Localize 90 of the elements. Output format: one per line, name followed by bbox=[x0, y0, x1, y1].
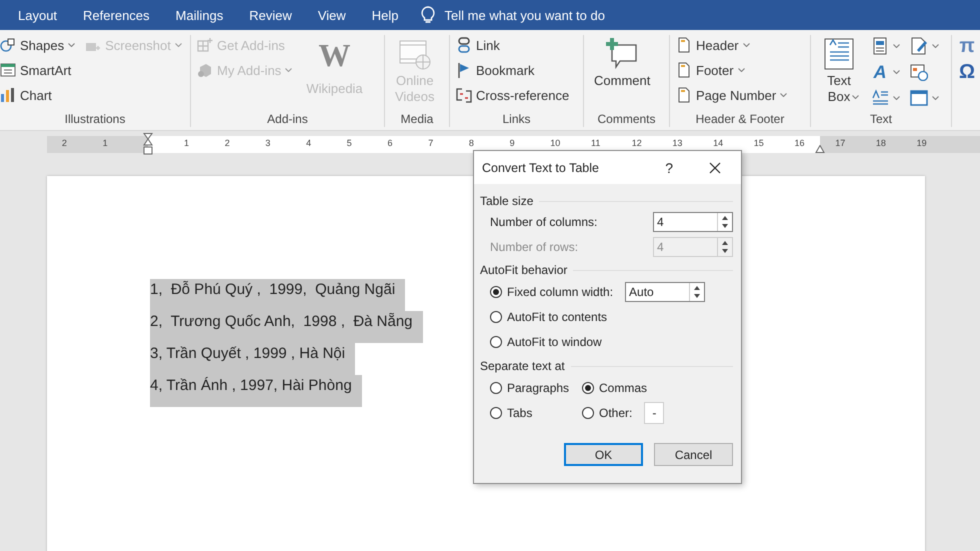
ribbon-button[interactable]: SmartArt bbox=[0, 60, 76, 80]
lightbulb-icon bbox=[420, 6, 435, 24]
ruler-number: 7 bbox=[428, 138, 434, 148]
ribbon-button[interactable]: Footer bbox=[676, 60, 788, 80]
radio-option[interactable]: Paragraphs bbox=[490, 381, 570, 395]
ruler-number: 11 bbox=[591, 138, 600, 148]
group-label: Links bbox=[501, 112, 532, 127]
ribbon-button[interactable]: Comment bbox=[590, 35, 654, 89]
ruler-number: 17 bbox=[835, 138, 846, 148]
ruler-number: 5 bbox=[346, 138, 352, 148]
radio-option[interactable]: Commas bbox=[582, 381, 648, 395]
dialog-button[interactable]: OK bbox=[564, 443, 643, 466]
group-label: Comments bbox=[596, 112, 656, 127]
ribbon-button[interactable]: Shapes bbox=[0, 35, 76, 55]
field-label: Number of columns: bbox=[490, 215, 598, 229]
wikipedia-icon: W bbox=[318, 37, 350, 73]
group-label: Header & Footer bbox=[694, 112, 786, 127]
quick-parts-icon bbox=[871, 37, 889, 55]
group-label: Media bbox=[400, 112, 434, 127]
field-label: Number of rows: bbox=[490, 240, 578, 254]
ribbon-tab[interactable]: Layout bbox=[18, 4, 58, 26]
ruler-number: 2 bbox=[62, 138, 67, 148]
page-icon bbox=[676, 37, 692, 53]
ruler-number: 19 bbox=[916, 138, 927, 148]
radio-option[interactable]: AutoFit to contents bbox=[490, 310, 608, 324]
ribbon-tab[interactable]: Review bbox=[249, 4, 292, 26]
ruler-number: 3 bbox=[265, 138, 270, 148]
ribbon-button[interactable]: Bookmark bbox=[456, 60, 570, 80]
ribbon-icon-button[interactable]: A bbox=[871, 63, 900, 81]
dialog-title: Convert Text to Table bbox=[482, 160, 600, 174]
page-icon bbox=[676, 62, 692, 78]
ruler-number: 12 bbox=[632, 138, 642, 148]
indent-marker-icon[interactable] bbox=[815, 145, 825, 153]
ruler[interactable]: 2 1 1 2 3 4 5 6 7 8 9 10 11 12 13 14 15 16 17 18 19 bbox=[47, 136, 980, 153]
ribbon-button[interactable]: Header bbox=[676, 35, 788, 55]
separator-input-field[interactable]: - bbox=[644, 402, 664, 424]
ribbon-button[interactable]: Cross-reference bbox=[456, 85, 570, 105]
indent-marker-icon[interactable] bbox=[143, 133, 153, 155]
radio-option[interactable]: Other: bbox=[582, 406, 632, 420]
ruler-number: 1 bbox=[184, 138, 190, 148]
group-label: Add-ins bbox=[266, 112, 309, 127]
group-label: Text bbox=[868, 112, 893, 127]
ruler-number: 1 bbox=[102, 138, 108, 148]
ribbon-tab[interactable]: View bbox=[318, 4, 346, 26]
radio-option[interactable]: AutoFit to window bbox=[490, 335, 602, 349]
ruler-number: 14 bbox=[713, 138, 724, 148]
section-heading: Separate text at bbox=[480, 359, 565, 373]
tell-me-search[interactable]: Tell me what you want to do bbox=[444, 8, 605, 22]
link-icon bbox=[456, 37, 472, 53]
ribbon-button[interactable]: Text Box bbox=[817, 35, 861, 105]
ruler-number: 8 bbox=[468, 138, 474, 148]
help-button[interactable]: ? bbox=[665, 160, 673, 176]
ribbon-icon-button[interactable] bbox=[910, 89, 939, 107]
signature-icon bbox=[910, 37, 928, 55]
ribbon-button[interactable]: Page Number bbox=[676, 85, 788, 105]
ribbon-button[interactable]: Link bbox=[456, 35, 570, 55]
ruler-number: 16 bbox=[794, 138, 805, 148]
ribbon-tab[interactable]: Help bbox=[372, 4, 399, 26]
calendar-clock-icon bbox=[910, 63, 928, 81]
width-spinner[interactable]: Auto bbox=[625, 282, 706, 302]
ribbon-tab[interactable]: Mailings bbox=[176, 4, 224, 26]
dialog-button[interactable]: Cancel bbox=[654, 443, 733, 466]
section-heading: Table size bbox=[480, 194, 534, 208]
ribbon-button[interactable]: Chart bbox=[0, 85, 76, 105]
close-icon[interactable] bbox=[709, 162, 721, 174]
ribbon-tab[interactable]: References bbox=[83, 4, 150, 26]
ruler-number: 6 bbox=[388, 138, 393, 148]
ruler-number: 4 bbox=[306, 138, 312, 148]
ruler-number: 10 bbox=[550, 138, 560, 148]
add-in-grid-icon bbox=[197, 37, 213, 53]
ruler-number: 2 bbox=[224, 138, 230, 148]
radio-option[interactable]: Tabs bbox=[490, 406, 532, 420]
number-spinner[interactable]: 4 bbox=[653, 212, 733, 232]
radio-option[interactable]: Fixed column width: bbox=[490, 285, 614, 299]
window-icon bbox=[910, 89, 928, 107]
page-icon bbox=[676, 87, 692, 103]
cube-icon bbox=[197, 62, 213, 78]
section-heading: AutoFit behavior bbox=[480, 263, 568, 277]
ribbon-icon-button[interactable]: Ω bbox=[958, 63, 976, 81]
cross-reference-icon bbox=[456, 87, 472, 103]
ribbon-icon-button[interactable] bbox=[871, 37, 900, 55]
ruler-number: 13 bbox=[672, 138, 682, 148]
ruler-number: 9 bbox=[510, 138, 515, 148]
ruler-number: 15 bbox=[754, 138, 764, 148]
bar-chart-icon bbox=[0, 87, 16, 103]
ribbon-icon-button[interactable] bbox=[871, 89, 900, 107]
group-label: Illustrations bbox=[64, 112, 126, 127]
lines-icon bbox=[871, 89, 889, 107]
ruler-number: 18 bbox=[876, 138, 886, 148]
ribbon-icon-button[interactable] bbox=[910, 37, 939, 55]
